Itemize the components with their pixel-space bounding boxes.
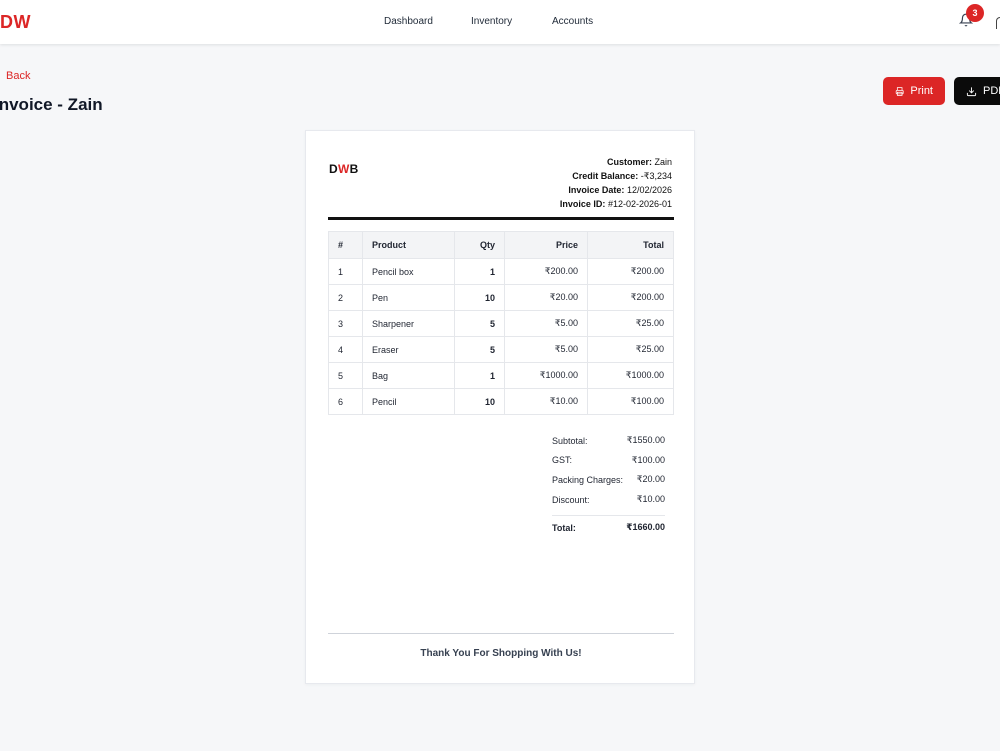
col-product: Product (362, 231, 455, 259)
invoice-brand: DWB (329, 162, 359, 176)
col-qty: Qty (454, 231, 505, 259)
invoice-summary: Subtotal: ₹1550.00 GST: ₹100.00 Packing Ch… (552, 431, 665, 539)
col-total: Total (587, 231, 674, 259)
table-row: 5 Bag 1 ₹1000.00 ₹1000.00 (328, 362, 674, 389)
summary-row-total: Total: ₹1660.00 (552, 522, 665, 533)
invoice-date: 12/02/2026 (626, 185, 672, 195)
summary-row-subtotal: Subtotal: ₹1550.00 (552, 435, 665, 446)
download-icon (966, 86, 977, 96)
pdf-button[interactable]: PDF (954, 77, 1000, 105)
top-navbar: DW Dashboard Inventory Accounts 3 (0, 0, 1000, 44)
summary-row-packing: Packing Charges: ₹20.00 (552, 474, 665, 485)
invoice-meta: Customer: Zain Credit Balance: -₹3,234 I… (559, 157, 672, 209)
pdf-button-label: PDF (983, 85, 1000, 97)
customer-name: Zain (654, 157, 672, 167)
print-button[interactable]: Print (883, 77, 945, 105)
table-header-row: # Product Qty Price Total (328, 231, 674, 259)
thank-you-message: Thank You For Shopping With Us! (420, 648, 582, 659)
header-divider (328, 217, 674, 220)
col-number: # (328, 231, 363, 259)
printer-icon (895, 86, 904, 96)
nav-dashboard[interactable]: Dashboard (384, 16, 433, 27)
user-icon[interactable] (996, 17, 1000, 29)
print-button-label: Print (910, 85, 933, 97)
table-row: 4 Eraser 5 ₹5.00 ₹25.00 (328, 336, 674, 363)
page-title: Invoice - Zain (0, 95, 103, 114)
table-row: 3 Sharpener 5 ₹5.00 ₹25.00 (328, 310, 674, 337)
table-row: 2 Pen 10 ₹20.00 ₹200.00 (328, 284, 674, 311)
credit-balance: -₹3,234 (640, 171, 672, 181)
invoice-items-table: # Product Qty Price Total 1 Pencil box 1… (328, 231, 674, 415)
back-link[interactable]: Back (6, 70, 30, 82)
app-logo[interactable]: DW (0, 12, 31, 33)
summary-row-gst: GST: ₹100.00 (552, 454, 665, 466)
footer-divider (328, 633, 674, 634)
table-row: 6 Pencil 10 ₹10.00 ₹100.00 (328, 388, 674, 415)
invoice-id: #12-02-2026-01 (607, 199, 672, 209)
nav-accounts[interactable]: Accounts (552, 16, 593, 27)
table-row: 1 Pencil box 1 ₹200.00 ₹200.00 (328, 258, 674, 285)
invoice-card: DWB Customer: Zain Credit Balance: -₹3,2… (305, 130, 695, 684)
col-price: Price (504, 231, 588, 259)
notification-badge: 3 (966, 4, 984, 22)
nav-inventory[interactable]: Inventory (471, 16, 512, 27)
summary-row-discount: Discount: ₹10.00 (552, 494, 665, 505)
